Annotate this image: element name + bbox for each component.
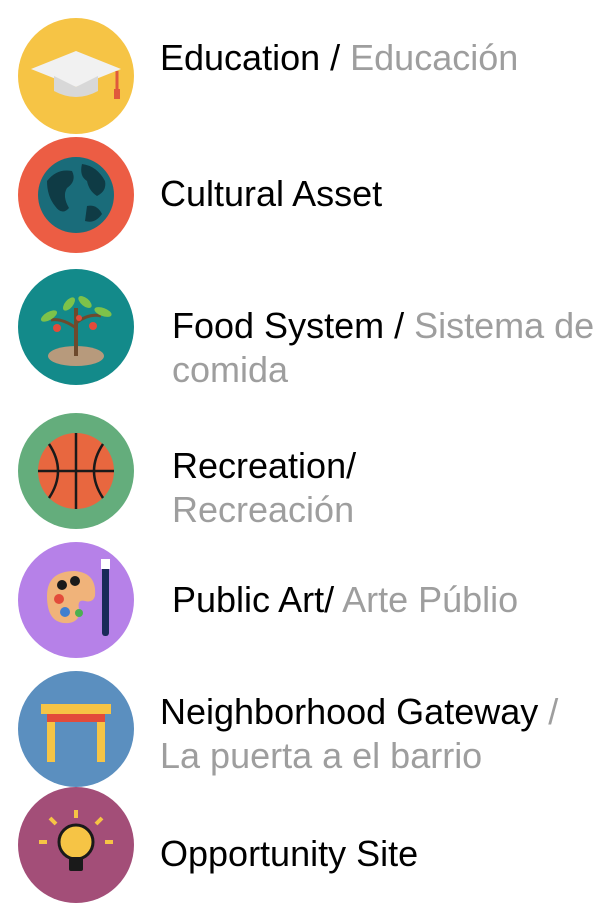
legend-label-food-system: Food System / Sistema de comida	[172, 304, 600, 392]
legend-label-cultural-asset: Cultural Asset	[160, 172, 600, 216]
globe-icon	[17, 136, 135, 254]
paint-palette-icon	[17, 541, 135, 659]
lightbulb-icon	[17, 786, 135, 904]
legend-label-education: Education / Educación	[160, 36, 600, 80]
label-primary: Cultural Asset	[160, 173, 383, 214]
label-primary: Opportunity Site	[160, 833, 419, 874]
legend-label-opportunity-site: Opportunity Site	[160, 832, 600, 876]
label-secondary: Recreación	[172, 489, 355, 530]
label-primary: Public Art/	[172, 579, 335, 620]
label-secondary: Arte Públio	[342, 579, 519, 620]
label-primary: Recreation/	[172, 445, 357, 486]
gateway-icon	[17, 670, 135, 788]
legend-label-recreation: Recreation/ Recreación	[172, 444, 432, 532]
label-secondary: Educación	[350, 37, 519, 78]
plant-icon	[17, 268, 135, 386]
basketball-icon	[17, 412, 135, 530]
legend-label-neighborhood-gateway: Neighborhood Gateway / La puerta a el ba…	[160, 690, 585, 778]
graduation-cap-icon	[17, 17, 135, 135]
label-primary: Education /	[160, 37, 341, 78]
legend-label-public-art: Public Art/ Arte Públio	[172, 578, 600, 622]
label-primary: Food System /	[172, 305, 405, 346]
label-primary: Neighborhood Gateway	[160, 691, 539, 732]
